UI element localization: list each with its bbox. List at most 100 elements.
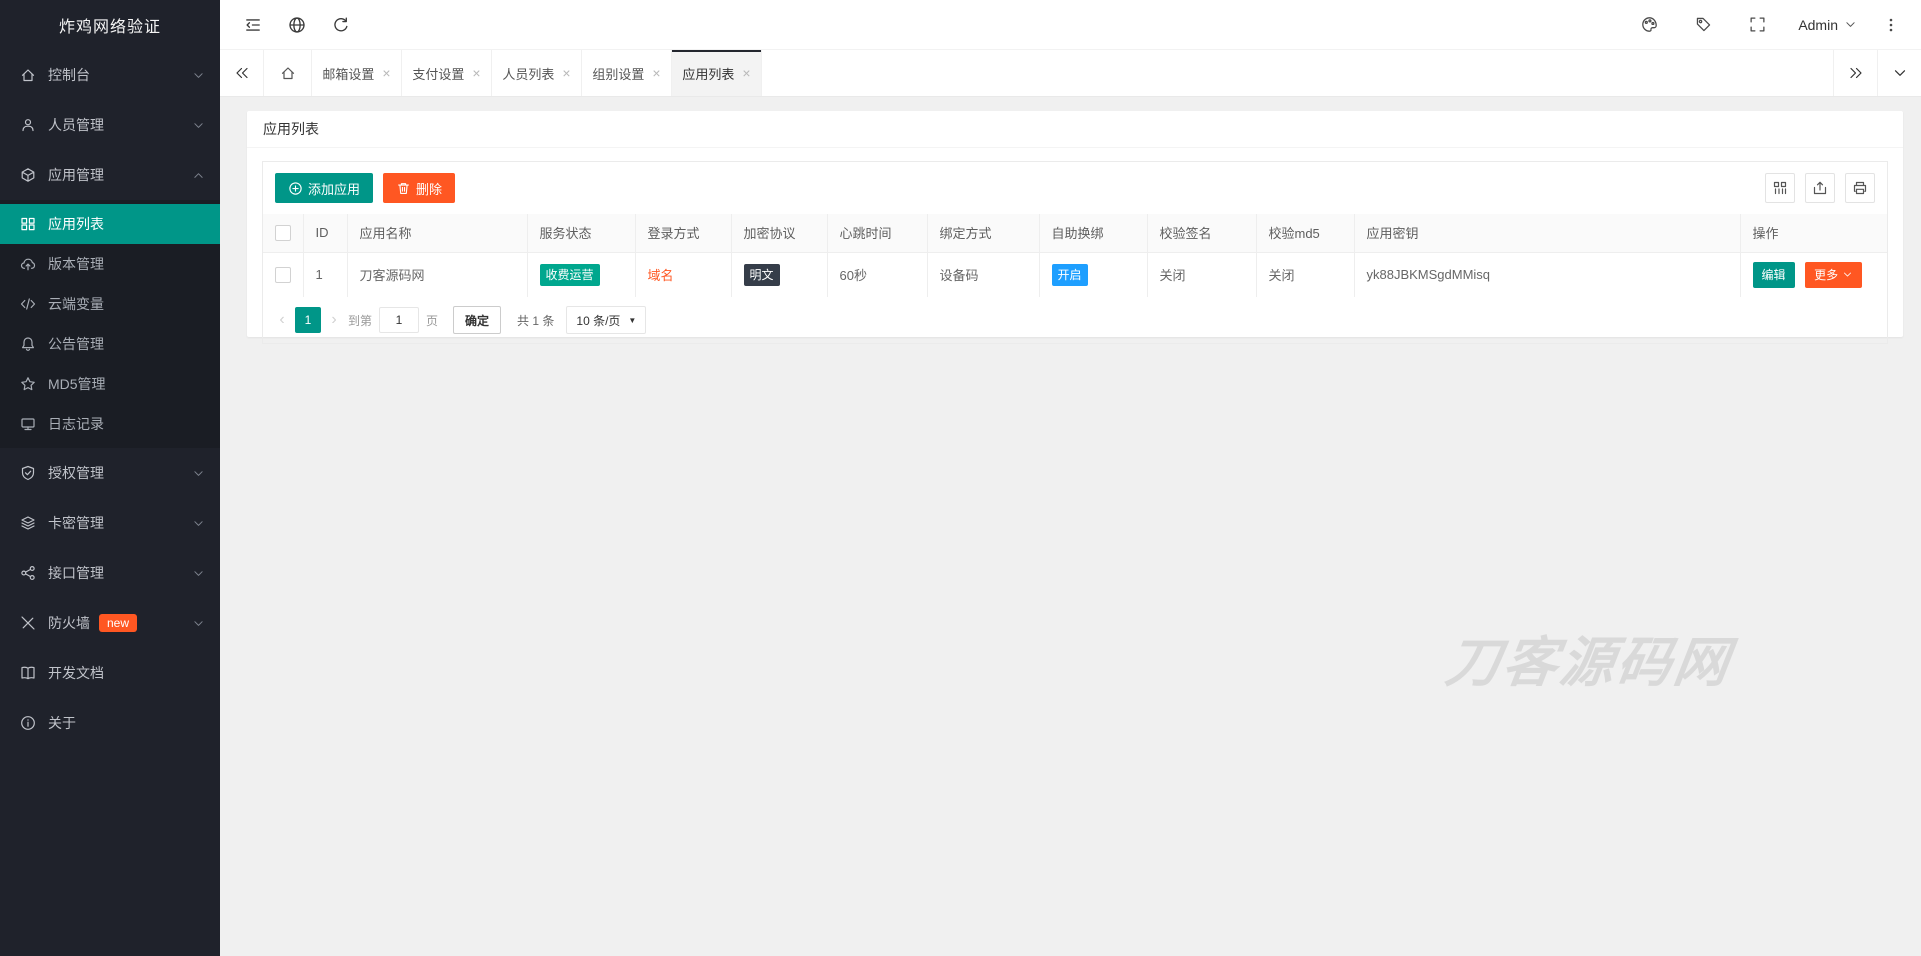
- shield-icon: [20, 465, 36, 481]
- column-header: 加密协议: [731, 214, 827, 252]
- scroll-tabs-left-button[interactable]: [220, 50, 264, 96]
- more-options-icon[interactable]: [1883, 17, 1899, 33]
- select-all-checkbox[interactable]: [275, 225, 291, 241]
- globe-icon[interactable]: [288, 16, 306, 34]
- goto-page-input[interactable]: [379, 307, 419, 333]
- close-icon[interactable]: ×: [382, 66, 390, 80]
- current-page[interactable]: 1: [295, 307, 321, 333]
- export-button[interactable]: [1805, 173, 1835, 203]
- tab-options-button[interactable]: [1877, 50, 1921, 96]
- sidebar-item-label: 应用管理: [48, 165, 104, 185]
- chevron-up-icon: [192, 169, 205, 182]
- sidebar-item-api[interactable]: 接口管理: [0, 548, 220, 598]
- sidebar-item-versions[interactable]: 版本管理: [0, 244, 220, 284]
- fullscreen-icon[interactable]: [1749, 16, 1766, 33]
- username: Admin: [1798, 17, 1838, 33]
- main-content: 刀客源码网 应用列表 添加应用 删除: [220, 97, 1921, 956]
- cell-bind-mode: 设备码: [927, 252, 1039, 297]
- delete-button[interactable]: 删除: [383, 173, 455, 203]
- print-button[interactable]: [1845, 173, 1875, 203]
- close-icon[interactable]: ×: [742, 66, 750, 80]
- refresh-icon[interactable]: [332, 16, 350, 34]
- column-header: 应用密钥: [1354, 214, 1740, 252]
- sidebar-item-cloud-vars[interactable]: 云端变量: [0, 284, 220, 324]
- tag-icon[interactable]: [1695, 16, 1712, 33]
- row-checkbox[interactable]: [275, 267, 291, 283]
- total-count-label: 共 1 条: [517, 312, 554, 329]
- filter-columns-button[interactable]: [1765, 173, 1795, 203]
- home-tab-button[interactable]: [264, 50, 312, 96]
- sidebar-item-docs[interactable]: 开发文档: [0, 648, 220, 698]
- select-arrow-icon: ▼: [628, 316, 636, 325]
- tab-email-settings[interactable]: 邮箱设置×: [312, 50, 402, 96]
- trash-icon: [396, 181, 411, 196]
- user-menu[interactable]: Admin: [1798, 17, 1857, 33]
- sidebar-item-label: 云端变量: [48, 294, 104, 314]
- tab-user-list[interactable]: 人员列表×: [492, 50, 582, 96]
- tab-group-settings[interactable]: 组别设置 ×: [582, 50, 672, 96]
- sidebar-item-label: MD5管理: [48, 374, 106, 394]
- tab-app-list[interactable]: 应用列表×: [672, 50, 762, 96]
- sidebar-item-label: 关于: [48, 713, 76, 733]
- theme-palette-icon[interactable]: [1641, 16, 1658, 33]
- home-icon: [20, 67, 36, 83]
- prev-page-button[interactable]: ‹: [275, 311, 289, 329]
- page-size-select[interactable]: 10 条/页 ▼: [566, 306, 646, 334]
- chevron-down-icon: [192, 567, 205, 580]
- column-header: 服务状态: [527, 214, 635, 252]
- app-list-panel: 应用列表 添加应用 删除: [247, 111, 1903, 337]
- column-header: 校验签名: [1147, 214, 1256, 252]
- goto-suffix-label: 页: [426, 312, 438, 329]
- sidebar-item-announcements[interactable]: 公告管理: [0, 324, 220, 364]
- more-button[interactable]: 更多: [1805, 262, 1862, 288]
- sidebar-item-apps[interactable]: 应用管理: [0, 150, 220, 200]
- chevron-down-icon: [192, 467, 205, 480]
- sidebar-item-md5[interactable]: MD5管理: [0, 364, 220, 404]
- next-page-button[interactable]: ›: [327, 311, 341, 329]
- sidebar-item-users[interactable]: 人员管理: [0, 100, 220, 150]
- column-header: 应用名称: [347, 214, 527, 252]
- sidebar-item-label: 开发文档: [48, 663, 104, 683]
- sidebar-item-label: 日志记录: [48, 414, 104, 434]
- edit-button[interactable]: 编辑: [1753, 262, 1795, 288]
- tab-label: 组别设置: [592, 64, 644, 83]
- sidebar-item-label: 接口管理: [48, 563, 104, 583]
- package-icon: [20, 167, 36, 183]
- info-icon: [20, 715, 36, 731]
- collapse-sidebar-icon[interactable]: [244, 16, 262, 34]
- code-icon: [20, 296, 36, 312]
- scroll-tabs-right-button[interactable]: [1833, 50, 1877, 96]
- sidebar-item-auth[interactable]: 授权管理: [0, 448, 220, 498]
- chevron-down-icon: [1844, 18, 1857, 31]
- sidebar-item-label: 应用列表: [48, 214, 104, 234]
- sidebar-item-label: 公告管理: [48, 334, 104, 354]
- sidebar-item-app-list[interactable]: 应用列表: [0, 204, 220, 244]
- sidebar-item-label: 人员管理: [48, 115, 104, 135]
- tab-payment-settings[interactable]: 支付设置×: [402, 50, 492, 96]
- watermark: 刀客源码网: [1441, 618, 1737, 697]
- grid-icon: [20, 216, 36, 232]
- sidebar-item-label: 防火墙: [48, 613, 90, 633]
- sidebar-item-console[interactable]: 控制台: [0, 50, 220, 100]
- monitor-icon: [20, 416, 36, 432]
- sidebar-item-cards[interactable]: 卡密管理: [0, 498, 220, 548]
- close-icon[interactable]: ×: [562, 66, 570, 80]
- column-header: 心跳时间: [827, 214, 927, 252]
- column-header: 自助换绑: [1039, 214, 1147, 252]
- sidebar-item-label: 控制台: [48, 65, 90, 85]
- close-icon[interactable]: ×: [472, 66, 480, 80]
- confirm-page-button[interactable]: 确定: [453, 306, 501, 334]
- plus-circle-icon: [288, 181, 303, 196]
- login-mode-value: 域名: [648, 268, 674, 283]
- panel-title: 应用列表: [247, 111, 1903, 148]
- sidebar-menu: 控制台人员管理应用管理应用列表版本管理云端变量公告管理 MD5管理日志记录授权管理…: [0, 50, 220, 748]
- encrypt-protocol-badge: 明文: [744, 264, 780, 286]
- table-toolbar: 添加应用 删除: [263, 162, 1887, 214]
- close-icon[interactable]: ×: [652, 66, 660, 80]
- sidebar-item-logs[interactable]: 日志记录: [0, 404, 220, 444]
- add-app-button[interactable]: 添加应用: [275, 173, 373, 203]
- sidebar-item-about[interactable]: 关于: [0, 698, 220, 748]
- table-container: 添加应用 删除: [262, 161, 1888, 344]
- sidebar-item-label: 版本管理: [48, 254, 104, 274]
- sidebar-item-firewall[interactable]: 防火墙new: [0, 598, 220, 648]
